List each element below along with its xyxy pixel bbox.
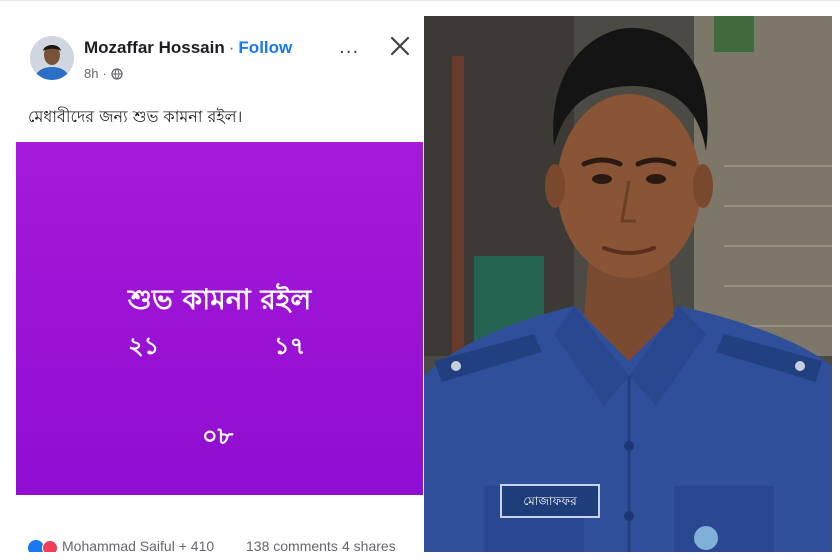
social-post-card: Mozaffar Hossain · Follow 8h · ··· মেধাবীদ…	[16, 16, 423, 552]
close-icon[interactable]	[388, 34, 412, 58]
portrait-photo: মোজাফফর	[424, 16, 832, 552]
more-options-button[interactable]: ···	[339, 42, 359, 63]
meta-separator: ·	[102, 66, 107, 81]
follow-button[interactable]: Follow	[238, 38, 292, 57]
separator-dot: ·	[228, 38, 235, 57]
reactors-summary[interactable]: Mohammad Saiful + 410	[62, 538, 214, 552]
banner-number-1: ২১	[128, 332, 160, 360]
post-time[interactable]: 8h	[84, 66, 98, 81]
post-header-line: Mozaffar Hossain · Follow	[84, 38, 292, 58]
avatar-image	[30, 36, 74, 80]
top-divider	[0, 0, 840, 1]
officer-illustration	[424, 16, 832, 552]
author-name[interactable]: Mozaffar Hossain	[84, 38, 225, 57]
purple-banner[interactable]: শুভ কামনা রইল ২১ ১৭ ০৮	[16, 142, 423, 495]
banner-number-2: ১৭	[274, 332, 306, 360]
comments-count[interactable]: 138 comments	[246, 538, 338, 552]
shares-count[interactable]: 4 shares	[342, 538, 396, 552]
banner-heading: শুভ কামনা রইল	[127, 283, 312, 316]
author-avatar[interactable]	[30, 36, 74, 80]
post-meta: 8h ·	[84, 66, 123, 81]
love-reaction-icon	[42, 540, 58, 552]
name-tag: মোজাফফর	[500, 484, 600, 518]
post-footer: Mohammad Saiful + 410 138 comments 4 sha…	[16, 538, 423, 552]
banner-number-3: ০৮	[202, 422, 234, 450]
post-caption: মেধাবীদের জন্য শুভ কামনা রইল।	[28, 107, 243, 126]
globe-icon	[111, 67, 123, 80]
